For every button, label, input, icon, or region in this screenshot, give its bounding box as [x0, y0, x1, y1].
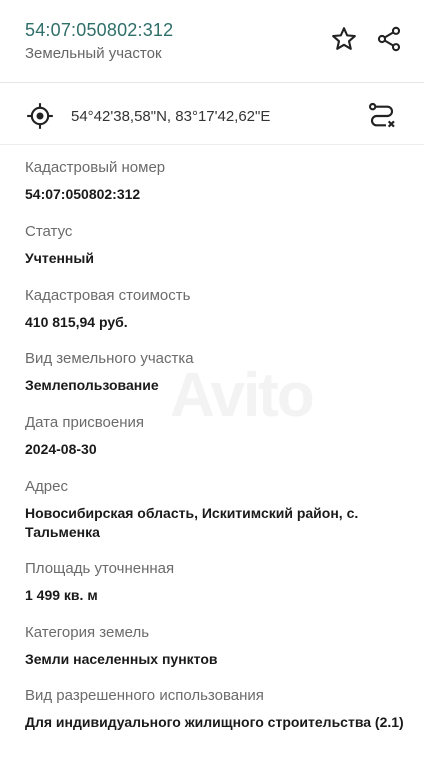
- header-divider: [0, 82, 424, 83]
- field-label: Вид земельного участка: [25, 350, 194, 367]
- field-value: Землепользование: [25, 377, 159, 393]
- section-divider: [0, 144, 424, 145]
- header: 54:07:050802:312 Земельный участок: [0, 0, 424, 80]
- star-icon[interactable]: [329, 24, 359, 54]
- coordinates-row[interactable]: 54°42'38,58"N, 83°17'42,62"E: [0, 94, 424, 138]
- field-label: Статус: [25, 223, 73, 240]
- field-permitted-use: Вид разрешенного использования Для индив…: [25, 686, 415, 732]
- field-label: Кадастровая стоимость: [25, 287, 191, 304]
- field-value: 54:07:050802:312: [25, 186, 141, 202]
- field-label: Вид разрешенного использования: [25, 687, 264, 704]
- field-status: Статус Учтенный: [25, 222, 415, 268]
- field-value: Для индивидуального жилищного строительс…: [25, 714, 404, 730]
- cadastral-number-title: 54:07:050802:312: [25, 20, 174, 40]
- field-area: Площадь уточненная 1 499 кв. м: [25, 559, 415, 605]
- field-value: 2024-08-30: [25, 441, 97, 457]
- field-land-type: Вид земельного участка Землепользование: [25, 349, 415, 395]
- field-land-category: Категория земель Земли населенных пункто…: [25, 623, 415, 669]
- field-label: Адрес: [25, 478, 68, 495]
- field-label: Дата присвоения: [25, 414, 144, 431]
- field-cadastral-number: Кадастровый номер 54:07:050802:312: [25, 158, 415, 204]
- field-value: 410 815,94 руб.: [25, 314, 128, 330]
- crosshair-target-icon[interactable]: [26, 102, 54, 130]
- share-icon[interactable]: [374, 24, 404, 54]
- field-value: Земли населенных пунктов: [25, 651, 218, 667]
- field-label: Площадь уточненная: [25, 560, 175, 577]
- field-label: Категория земель: [25, 624, 150, 641]
- object-type-subtitle: Земельный участок: [25, 45, 162, 62]
- field-value: Учтенный: [25, 250, 94, 266]
- field-label: Кадастровый номер: [25, 159, 166, 176]
- field-value: 1 499 кв. м: [25, 587, 98, 603]
- field-address: Адрес Новосибирская область, Искитимский…: [25, 477, 415, 542]
- field-assignment-date: Дата присвоения 2024-08-30: [25, 413, 415, 459]
- route-icon[interactable]: [366, 100, 398, 132]
- field-cadastral-value: Кадастровая стоимость 410 815,94 руб.: [25, 286, 415, 332]
- coordinates-text: 54°42'38,58"N, 83°17'42,62"E: [71, 108, 271, 125]
- field-value: Новосибирская область, Искитимский район…: [25, 505, 359, 540]
